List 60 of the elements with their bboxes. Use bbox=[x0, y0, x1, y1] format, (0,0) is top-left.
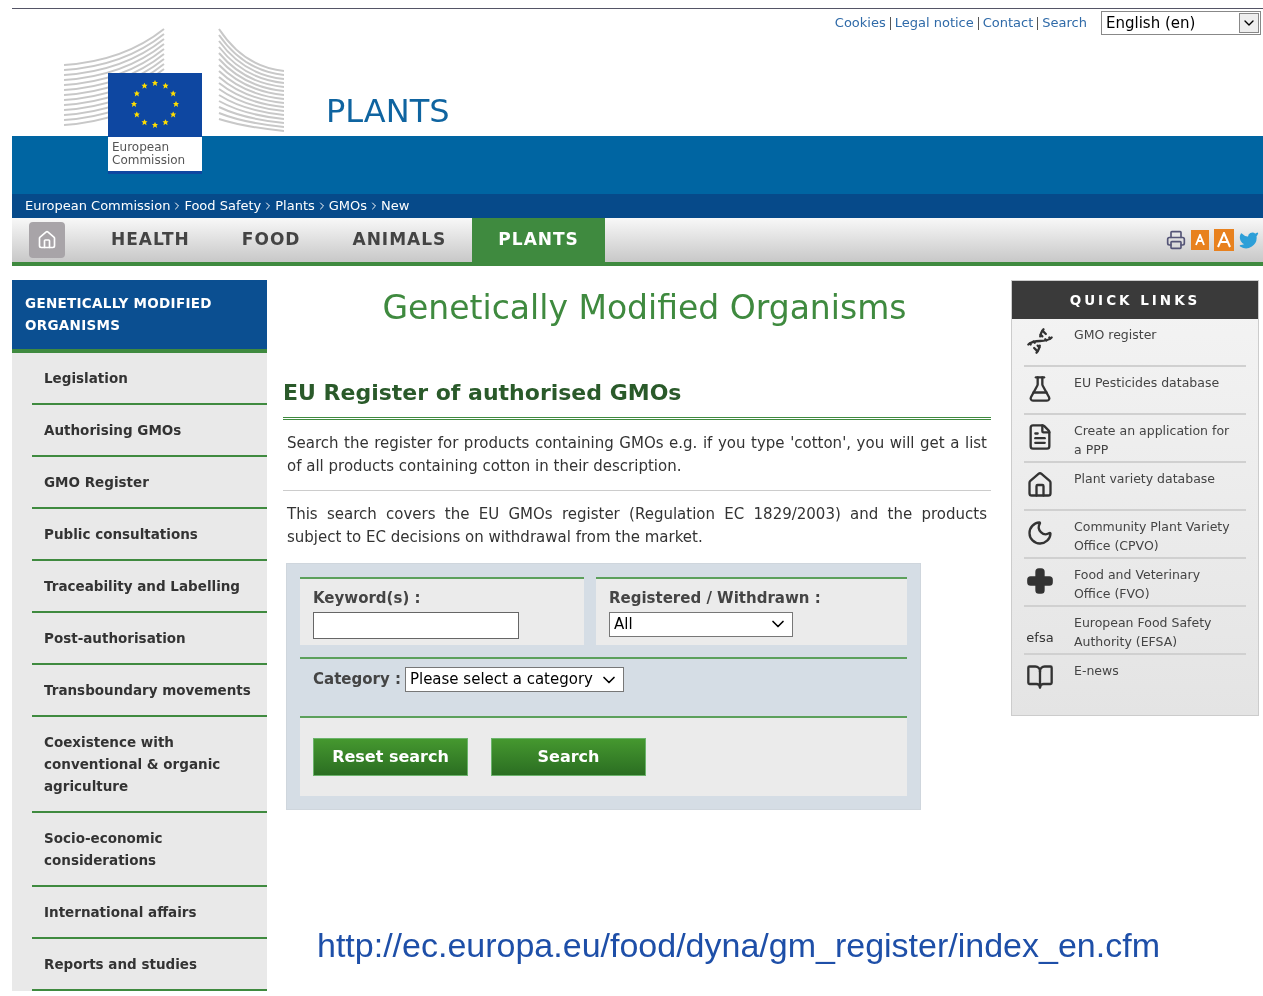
eu-flag-icon bbox=[108, 73, 202, 137]
sidebar-item[interactable]: Coexistence with conventional & organic agriculture bbox=[32, 717, 267, 813]
quick-link[interactable]: EU Pesticides database bbox=[1024, 367, 1246, 416]
url-caption: http://ec.europa.eu/food/dyna/gm_register/index_en.cfm bbox=[317, 925, 1160, 966]
sidebar-item[interactable]: Authorising GMOs bbox=[32, 405, 267, 457]
print-icon[interactable] bbox=[1166, 230, 1186, 250]
cross-icon bbox=[1026, 567, 1054, 596]
top-link[interactable]: Search bbox=[1042, 13, 1087, 33]
top-link[interactable]: Cookies bbox=[834, 13, 886, 33]
breadcrumb-link[interactable]: New bbox=[381, 196, 410, 216]
breadcrumb-link[interactable]: Food Safety bbox=[184, 196, 262, 216]
sidebar-item[interactable]: Post-authorisation bbox=[32, 613, 267, 665]
sidebar-item[interactable]: Transboundary movements bbox=[32, 665, 267, 717]
nav-tab[interactable]: HEALTH bbox=[85, 218, 216, 262]
category-select[interactable]: Please select a category bbox=[404, 667, 624, 692]
page-title: Genetically Modified Organisms bbox=[381, 288, 908, 328]
font-smaller-icon[interactable] bbox=[1191, 230, 1209, 250]
quick-link[interactable]: Community Plant Variety Office (CPVO) bbox=[1024, 511, 1246, 560]
quick-link[interactable]: Food and Veterinary Office (FVO) bbox=[1024, 559, 1246, 608]
form-button[interactable]: Reset search bbox=[313, 738, 468, 776]
top-link[interactable]: Contact bbox=[982, 13, 1034, 33]
font-larger-icon[interactable] bbox=[1214, 229, 1234, 251]
efsa-logo: efsa bbox=[1026, 631, 1054, 648]
nav-tab[interactable]: PLANTS bbox=[472, 218, 605, 262]
sidebar-item[interactable]: Reports and studies bbox=[32, 939, 267, 991]
sidebar-item[interactable]: GMO Register bbox=[32, 457, 267, 509]
bird-icon[interactable] bbox=[1239, 230, 1259, 250]
sidebar-item[interactable]: International affairs bbox=[32, 887, 267, 939]
breadcrumb-link[interactable]: European Commission bbox=[25, 196, 171, 216]
description-text: This search covers the EU GMOs register (Regulation EC 1829/2003) and the products subject to EC decisions on withdrawal from the market. bbox=[286, 504, 988, 548]
quick-link[interactable]: GMO register bbox=[1024, 319, 1246, 368]
keyword-input[interactable] bbox=[313, 611, 519, 639]
home-icon bbox=[37, 230, 57, 250]
language-select[interactable]: English (en) bbox=[1101, 11, 1261, 35]
quick-link[interactable]: Plant variety database bbox=[1024, 463, 1246, 512]
quick-link[interactable]: E-news bbox=[1024, 655, 1246, 704]
nav-tab[interactable]: FOOD bbox=[215, 218, 327, 262]
section-title: EU Register of authorised GMOs bbox=[283, 376, 991, 420]
top-link[interactable]: Legal notice bbox=[894, 13, 974, 33]
sidebar-item[interactable]: Public consultations bbox=[32, 509, 267, 561]
status-select[interactable]: All bbox=[609, 611, 793, 637]
field-label: Keyword(s) : bbox=[313, 588, 422, 609]
sidebar-item[interactable]: Socio-economic considerations bbox=[32, 813, 267, 887]
house-icon bbox=[1026, 471, 1054, 500]
site-title: PLANTS bbox=[326, 95, 450, 127]
breadcrumb-link[interactable]: GMOs bbox=[328, 196, 368, 216]
home-button[interactable] bbox=[29, 222, 65, 258]
field-label: Registered / Withdrawn : bbox=[609, 588, 822, 609]
moon-icon bbox=[1026, 519, 1054, 548]
quick-link[interactable]: efsa European Food Safety Authority (EFSA) bbox=[1024, 607, 1246, 656]
field-label: Category : bbox=[313, 669, 401, 691]
sidebar-item[interactable]: Legislation bbox=[32, 353, 267, 405]
sidebar-item[interactable]: Traceability and Labelling bbox=[32, 561, 267, 613]
description-text: Search the register for products containing GMOs e.g. if you type 'cotton', you will get a list of all products containing cotton in their description. bbox=[283, 420, 991, 491]
form-button[interactable]: Search bbox=[491, 738, 646, 776]
quick-links-heading: QUICK LINKS bbox=[1012, 281, 1258, 320]
breadcrumb-link[interactable]: Plants bbox=[275, 196, 315, 216]
quick-link[interactable]: Create an application for a PPP bbox=[1024, 415, 1246, 464]
sidebar-heading[interactable]: GENETICALLY MODIFIED ORGANISMS bbox=[12, 280, 267, 353]
nav-tab[interactable]: ANIMALS bbox=[326, 218, 473, 262]
